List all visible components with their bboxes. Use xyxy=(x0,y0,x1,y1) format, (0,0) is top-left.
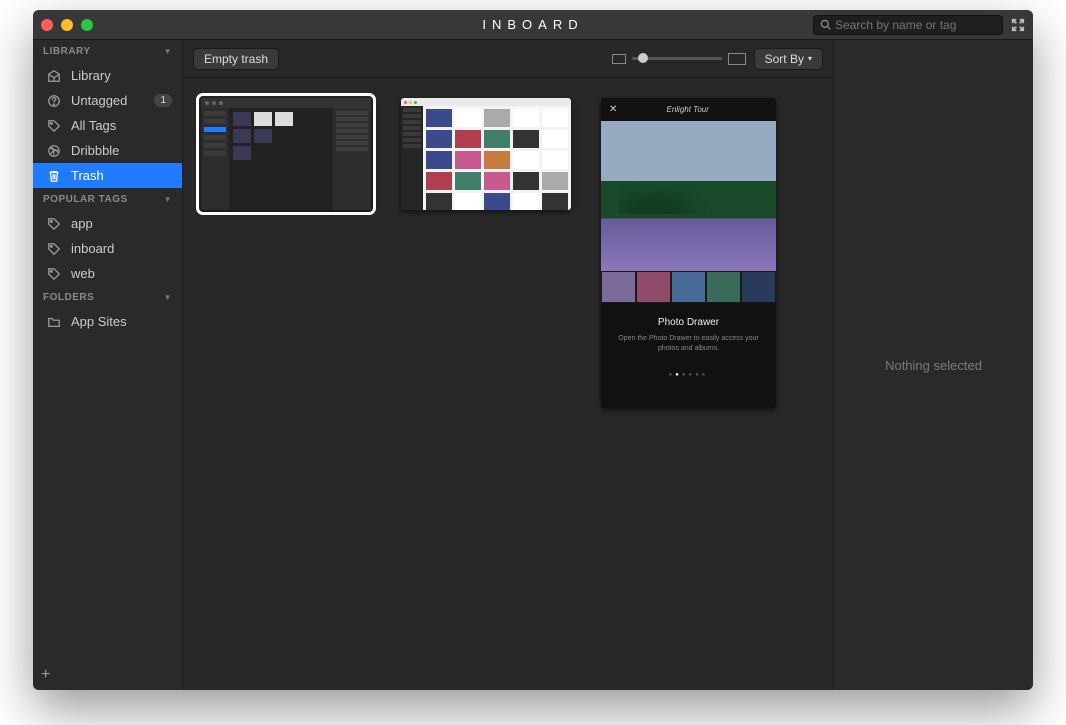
sidebar: LIBRARY ▼ Library Untagged 1 All Tags Dr… xyxy=(33,40,183,690)
slider-track[interactable] xyxy=(632,57,722,60)
sidebar-section-folders-header[interactable]: FOLDERS ▼ xyxy=(33,286,182,309)
sidebar-section-library-header[interactable]: LIBRARY ▼ xyxy=(33,40,182,63)
tag-icon xyxy=(47,267,63,281)
toolbar: Empty trash Sort By ▾ xyxy=(183,40,833,78)
thumbnail-item[interactable]: ✕ Enlight Tour Photo Drawer Open the Pho… xyxy=(601,98,776,408)
page-dots: ●●●●●● xyxy=(601,362,776,386)
small-thumb-icon xyxy=(612,54,626,64)
slider-thumb[interactable] xyxy=(638,53,648,63)
search-input[interactable] xyxy=(835,18,996,32)
count-badge: 1 xyxy=(154,94,172,107)
folder-icon xyxy=(47,315,63,329)
tag-icon xyxy=(47,242,63,256)
sidebar-item-tag-app[interactable]: app xyxy=(33,211,182,236)
trash-icon xyxy=(47,169,63,183)
inspector-empty-text: Nothing selected xyxy=(885,358,982,373)
tour-title: Enlight Tour xyxy=(666,105,708,114)
sidebar-item-trash[interactable]: Trash xyxy=(33,163,182,188)
tag-icon xyxy=(47,119,63,133)
chevron-down-icon: ▼ xyxy=(164,293,172,302)
thumbnail-grid: ✕ Enlight Tour Photo Drawer Open the Pho… xyxy=(183,78,833,690)
minimize-window-button[interactable] xyxy=(61,19,73,31)
sidebar-section-popular-tags-header[interactable]: POPULAR TAGS ▼ xyxy=(33,188,182,211)
tour-heading: Photo Drawer xyxy=(611,317,766,328)
titlebar: INBOARD xyxy=(33,10,1033,40)
dribbble-icon xyxy=(47,144,63,158)
sidebar-item-untagged[interactable]: Untagged 1 xyxy=(33,88,182,113)
tour-description: Open the Photo Drawer to easily access y… xyxy=(611,334,766,354)
window-controls xyxy=(41,19,93,31)
sidebar-item-tag-inboard[interactable]: inboard xyxy=(33,236,182,261)
tour-image xyxy=(601,121,776,271)
empty-trash-button[interactable]: Empty trash xyxy=(193,48,279,70)
tag-icon xyxy=(47,217,63,231)
chevron-down-icon: ▼ xyxy=(164,195,172,204)
library-icon xyxy=(47,69,63,83)
main-area: Empty trash Sort By ▾ xyxy=(183,40,833,690)
chevron-down-icon: ▾ xyxy=(808,54,812,63)
inspector-panel: Nothing selected xyxy=(833,40,1033,690)
search-icon xyxy=(820,19,831,30)
chevron-down-icon: ▼ xyxy=(164,47,172,56)
large-thumb-icon xyxy=(728,53,746,65)
sidebar-item-tag-web[interactable]: web xyxy=(33,261,182,286)
thumbnail-size-slider[interactable] xyxy=(612,53,746,65)
sidebar-item-library[interactable]: Library xyxy=(33,63,182,88)
close-window-button[interactable] xyxy=(41,19,53,31)
question-icon xyxy=(47,94,63,108)
sidebar-item-folder-app-sites[interactable]: App Sites xyxy=(33,309,182,334)
close-icon: ✕ xyxy=(609,104,617,115)
search-field[interactable] xyxy=(813,15,1003,35)
sort-by-button[interactable]: Sort By ▾ xyxy=(754,48,823,70)
add-button[interactable]: + xyxy=(41,666,50,684)
zoom-window-button[interactable] xyxy=(81,19,93,31)
sidebar-item-dribbble[interactable]: Dribbble xyxy=(33,138,182,163)
tour-thumbstrip xyxy=(601,271,776,303)
app-window: INBOARD LIBRARY ▼ Library xyxy=(33,10,1033,690)
sidebar-item-all-tags[interactable]: All Tags xyxy=(33,113,182,138)
thumbnail-item[interactable] xyxy=(201,98,371,210)
thumbnail-item[interactable] xyxy=(401,98,571,210)
fullscreen-icon[interactable] xyxy=(1011,18,1025,32)
